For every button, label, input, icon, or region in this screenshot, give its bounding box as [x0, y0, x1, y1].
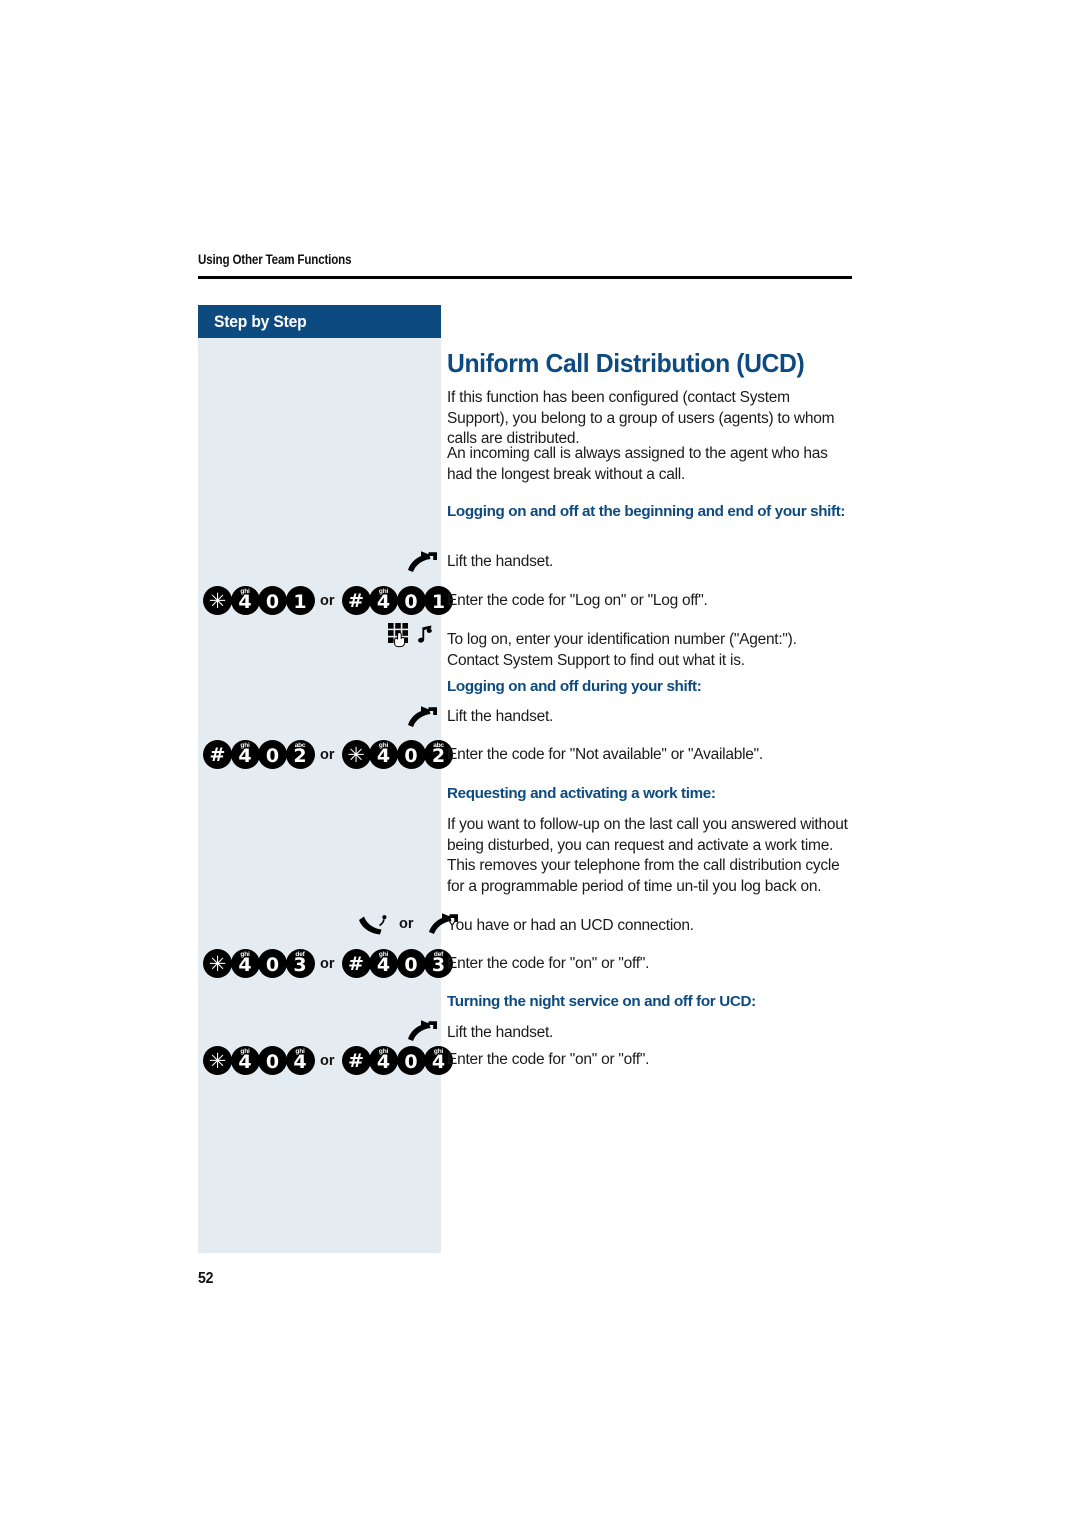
key-glyph: ✳ [347, 743, 365, 767]
section-2-step-2: Enter the code for "Not available" or "A… [447, 746, 763, 763]
key-glyph: 4 [376, 591, 391, 613]
key-row_3-left-2: 0 [258, 949, 287, 978]
section-1-step-1: Lift the handset. [447, 553, 554, 570]
key-row_2-left-2: 0 [258, 740, 287, 769]
key-row_3-right-0: # [341, 949, 371, 978]
key-row_1-left-1: ghi 4 [230, 586, 260, 615]
key-row_4-right-0: # [341, 1046, 371, 1075]
lift-handset-icon-1 [405, 550, 439, 574]
key-row_3-left-0: ✳ [203, 949, 232, 978]
key-row_1-left-2: 0 [258, 586, 287, 615]
section-1-step-2: Enter the code for "Log on" or "Log off"… [447, 592, 708, 609]
key-row_3-right-2: 0 [396, 949, 426, 978]
key-glyph: 1 [431, 591, 446, 613]
key-row_2-left-1: ghi 4 [230, 740, 260, 769]
key-glyph: # [209, 744, 226, 766]
key-glyph: 0 [404, 745, 418, 767]
section-2-step-1: Lift the handset. [447, 708, 554, 725]
key-sequence-row-3: ✳ ghi 4 0 def 3 or # ghi 4 0 def 3 [203, 949, 453, 978]
intro-paragraph-2: An incoming call is always assigned to t… [447, 445, 828, 483]
key-row_1-left-0: ✳ [203, 586, 232, 615]
key-row_3-left-3: def 3 [285, 949, 315, 978]
page-title: Uniform Call Distribution (UCD) [447, 348, 805, 378]
or-label: or [320, 955, 335, 972]
key-row_4-left-2: 0 [258, 1046, 287, 1075]
lift-handset-icon-4 [405, 1019, 439, 1043]
key-row_2-right-0: ✳ [341, 740, 371, 769]
key-glyph: 0 [265, 745, 280, 767]
key-glyph: 4 [238, 1051, 252, 1073]
connection-state-icons: or [357, 912, 460, 936]
key-glyph: # [348, 590, 364, 612]
key-row_3-left-1: ghi 4 [230, 949, 260, 978]
key-row_2-right-2: 0 [396, 740, 426, 769]
section-4-step-1: Lift the handset. [447, 1024, 554, 1041]
key-glyph: 4 [376, 954, 391, 976]
key-sequence-row-4: ✳ ghi 4 0 ghi 4 or # ghi 4 0 ghi 4 [203, 1046, 453, 1075]
header-rule [198, 276, 852, 279]
key-row_1-right-1: ghi 4 [369, 586, 398, 615]
key-glyph: 4 [431, 1051, 446, 1073]
key-glyph: ✳ [208, 589, 227, 613]
key-glyph: 2 [293, 745, 307, 767]
step-by-step-label: Step by Step [214, 312, 307, 331]
key-row_4-left-0: ✳ [203, 1046, 232, 1075]
section-4-heading: Turning the night service on and off for… [447, 993, 756, 1010]
or-label: or [320, 746, 335, 763]
key-row_1-left-3: 1 [285, 586, 315, 615]
key-glyph: 4 [376, 1051, 391, 1073]
key-row_4-left-3: ghi 4 [285, 1046, 315, 1075]
key-glyph: 4 [238, 591, 252, 613]
key-glyph: 2 [431, 745, 446, 767]
key-row_2-left-0: # [203, 740, 232, 769]
key-glyph: 0 [404, 954, 418, 976]
page-number: 52 [198, 1270, 214, 1287]
intro-paragraph-1: If this function has been configured (co… [447, 389, 835, 447]
step-by-step-panel [198, 305, 441, 1253]
key-glyph: 3 [431, 954, 446, 976]
key-sequence-row-1: ✳ ghi 4 0 1 or # ghi 4 0 1 [203, 586, 453, 615]
key-row_4-right-1: ghi 4 [369, 1046, 398, 1075]
key-glyph: 4 [376, 745, 391, 767]
running-head: Using Other Team Functions [198, 252, 352, 267]
music-note-icon [418, 625, 432, 643]
section-2-heading: Logging on and off during your shift: [447, 678, 702, 695]
or-label-icons: or [399, 916, 414, 932]
key-sequence-row-2: # ghi 4 0 abc 2 or ✳ ghi 4 0 abc 2 [203, 740, 453, 769]
lift-handset-icon-2 [405, 705, 439, 729]
key-glyph: 1 [293, 591, 307, 613]
section-4-step-2: Enter the code for "on" or "off". [447, 1051, 650, 1068]
section-3-heading: Requesting and activating a work time: [447, 785, 716, 802]
section-1-step-3: To log on, enter your identification num… [447, 631, 797, 669]
key-glyph: # [348, 1050, 364, 1072]
key-row_3-right-1: ghi 4 [369, 949, 398, 978]
key-glyph: 0 [404, 1051, 418, 1073]
key-glyph: # [348, 953, 364, 975]
handset-connected-icon [359, 915, 387, 935]
key-row_4-right-2: 0 [396, 1046, 426, 1075]
key-row_1-right-0: # [341, 586, 371, 615]
key-row_1-right-2: 0 [396, 586, 426, 615]
or-label: or [320, 592, 335, 609]
key-row_2-left-3: abc 2 [285, 740, 315, 769]
key-glyph: 4 [293, 1051, 307, 1073]
key-glyph: 4 [238, 745, 252, 767]
key-glyph: 0 [265, 954, 280, 976]
step-by-step-header: Step by Step [198, 305, 441, 338]
key-glyph: 4 [238, 954, 252, 976]
section-3-step-2: Enter the code for "on" or "off". [447, 955, 650, 972]
key-row_2-right-1: ghi 4 [369, 740, 398, 769]
key-glyph: 3 [293, 954, 307, 976]
key-glyph: 0 [265, 1051, 280, 1073]
or-label: or [320, 1052, 335, 1069]
section-1-heading: Logging on and off at the beginning and … [447, 503, 846, 520]
section-3-step-1: You have or had an UCD connection. [447, 917, 694, 934]
key-row_4-left-1: ghi 4 [230, 1046, 260, 1075]
key-glyph: ✳ [208, 1049, 227, 1073]
section-3-paragraph: If you want to follow-up on the last cal… [447, 816, 848, 895]
key-glyph: 0 [265, 591, 280, 613]
key-glyph: ✳ [208, 952, 227, 976]
keypad-entry-icon [387, 622, 434, 648]
key-glyph: 0 [404, 591, 418, 613]
